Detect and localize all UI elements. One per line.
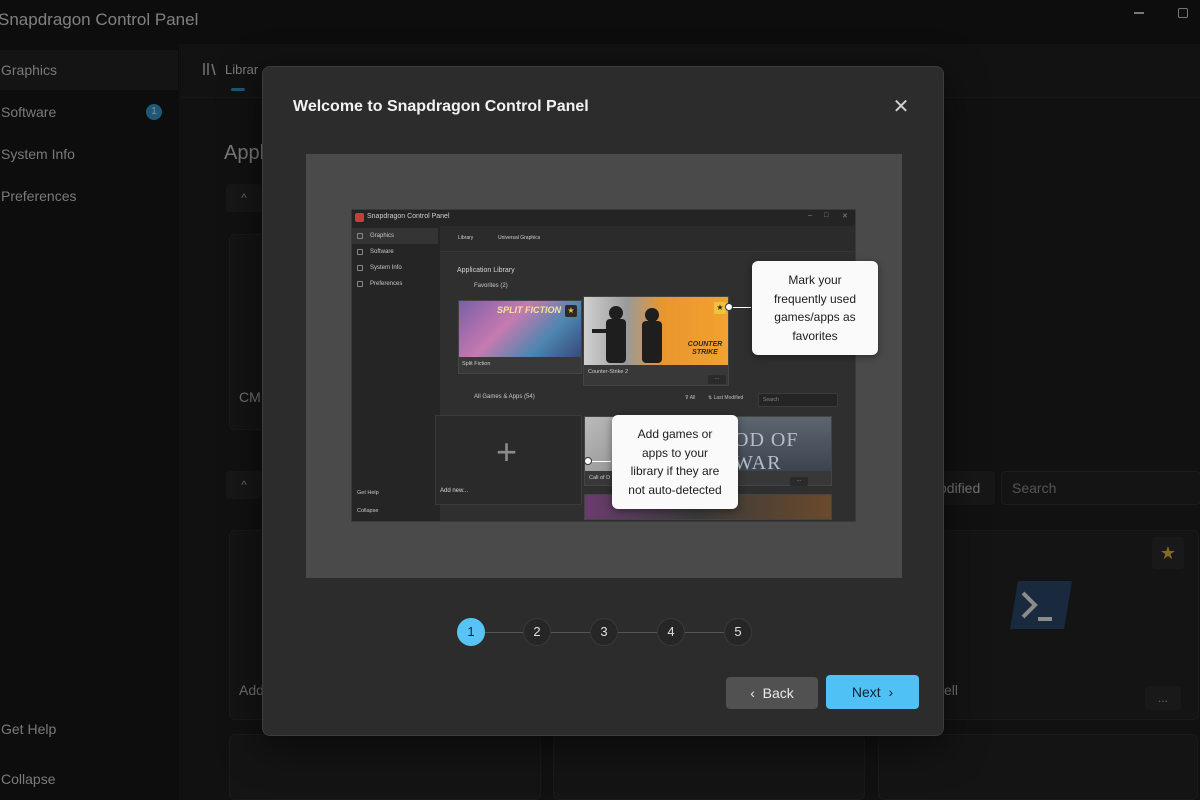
back-button[interactable]: ‹ Back bbox=[726, 677, 818, 709]
step-2[interactable]: 2 bbox=[523, 618, 551, 646]
callout-line: games/apps as bbox=[774, 310, 856, 324]
favorites-callout: Mark your frequently used games/apps as … bbox=[752, 261, 878, 355]
step-5[interactable]: 5 bbox=[724, 618, 752, 646]
preview-tab-bar: Library Universal Graphics bbox=[440, 226, 855, 252]
snapdragon-logo-icon bbox=[355, 213, 364, 222]
callout-line: frequently used bbox=[773, 291, 857, 306]
preview-nav-get-help: Get Help bbox=[357, 490, 379, 496]
preview-minimize-icon: – bbox=[808, 212, 812, 219]
step-connector bbox=[685, 632, 724, 633]
preview-section-count: (54) bbox=[524, 394, 535, 400]
preview-search: Search bbox=[758, 393, 838, 407]
preview-sort-label: Last Modified bbox=[713, 395, 744, 401]
preview-more-icon: ··· bbox=[708, 375, 726, 384]
callout-line: Add games or bbox=[637, 427, 713, 441]
preview-nav-label: Software bbox=[370, 249, 394, 255]
preview-nav-label: Graphics bbox=[370, 233, 395, 239]
step-connector bbox=[551, 632, 590, 633]
callout-connector bbox=[589, 461, 611, 462]
step-indicator: 1 2 3 4 5 bbox=[457, 618, 752, 646]
preview-more-icon: ··· bbox=[790, 477, 808, 486]
god-of-war-logo: OD OF WAR bbox=[734, 429, 799, 474]
preview-tab-universal-graphics: Universal Graphics bbox=[498, 235, 541, 241]
preview-section-title: Favorites bbox=[474, 283, 499, 289]
preview-card-label: Split Fiction bbox=[462, 361, 491, 367]
callout-line: apps to your bbox=[641, 445, 709, 460]
plus-icon: + bbox=[496, 431, 518, 472]
back-label: Back bbox=[762, 685, 794, 701]
preview-card-label: Call of D bbox=[589, 475, 611, 481]
preview-all-label: All Games & Apps (54) bbox=[474, 394, 535, 400]
gear-icon bbox=[357, 281, 363, 287]
preview-nav-label: Preferences bbox=[370, 281, 403, 287]
step-connector bbox=[618, 632, 657, 633]
step-4[interactable]: 4 bbox=[657, 618, 685, 646]
preview-card-counter-strike: COUNTER STRIKE ★ Counter-Strike 2 ··· bbox=[583, 296, 729, 386]
next-button[interactable]: Next › bbox=[826, 675, 919, 709]
close-button[interactable]: ✕ bbox=[889, 95, 913, 119]
preview-favorites-label: Favorites (2) bbox=[474, 283, 508, 289]
callout-pointer-dot bbox=[584, 457, 592, 465]
split-fiction-artwork: SPLIT FICTION bbox=[459, 301, 581, 357]
preview-nav-collapse: Collapse bbox=[357, 508, 379, 514]
preview-window: Snapdragon Control Panel – □ ✕ Graphics … bbox=[351, 209, 856, 522]
preview-nav-graphics: Graphics bbox=[352, 228, 438, 244]
preview-add-new-card: + Add new... bbox=[435, 415, 582, 505]
preview-nav-preferences: Preferences bbox=[352, 276, 438, 292]
preview-nav-label: System Info bbox=[370, 265, 402, 271]
step-3[interactable]: 3 bbox=[590, 618, 618, 646]
preview-close-icon: ✕ bbox=[842, 213, 848, 220]
preview-filter-label: All bbox=[689, 395, 696, 401]
preview-window-title: Snapdragon Control Panel bbox=[367, 213, 450, 220]
preview-sidebar: Graphics Software System Info Preference… bbox=[352, 226, 440, 521]
preview-nav-software: Software bbox=[352, 244, 438, 260]
counter-strike-artwork: COUNTER STRIKE bbox=[584, 297, 728, 365]
preview-tab-library: Library bbox=[458, 235, 474, 241]
preview-card-label: Counter-Strike 2 bbox=[588, 369, 629, 375]
chevron-right-icon: › bbox=[880, 684, 894, 700]
callout-line: library if they are bbox=[630, 464, 720, 478]
preview-maximize-icon: □ bbox=[824, 212, 829, 219]
soldiers-illustration bbox=[592, 306, 662, 363]
dialog-title: Welcome to Snapdragon Control Panel bbox=[293, 98, 589, 115]
step-1[interactable]: 1 bbox=[457, 618, 485, 646]
download-icon bbox=[357, 249, 363, 255]
preview-sort: ⇅ Last Modified bbox=[708, 395, 743, 401]
split-fiction-logo: SPLIT FICTION bbox=[497, 305, 561, 315]
preview-heading: Application Library bbox=[457, 267, 515, 274]
grid-icon bbox=[357, 233, 363, 239]
add-callout: Add games or apps to your library if the… bbox=[612, 415, 738, 509]
preview-title-bar: Snapdragon Control Panel – □ ✕ bbox=[352, 210, 855, 226]
preview-section-title: All Games & Apps bbox=[474, 394, 523, 400]
preview-nav-system-info: System Info bbox=[352, 260, 438, 276]
preview-add-new-label: Add new... bbox=[440, 488, 469, 494]
callout-line: favorites bbox=[792, 328, 838, 343]
callout-line: not auto-detected bbox=[628, 482, 722, 497]
preview-card-split-fiction: SPLIT FICTION ★ Split Fiction bbox=[458, 300, 582, 374]
callout-pointer-dot bbox=[725, 303, 733, 311]
next-label: Next bbox=[851, 684, 881, 700]
callout-line: Mark your bbox=[788, 273, 842, 287]
preview-section-count: (2) bbox=[500, 283, 508, 289]
tutorial-preview: Snapdragon Control Panel – □ ✕ Graphics … bbox=[306, 154, 902, 578]
favorite-star-icon: ★ bbox=[565, 305, 577, 317]
step-connector bbox=[485, 632, 523, 633]
chevron-left-icon: ‹ bbox=[750, 685, 763, 701]
welcome-dialog: Welcome to Snapdragon Control Panel ✕ Sn… bbox=[262, 66, 944, 736]
close-icon: ✕ bbox=[892, 96, 910, 118]
counter-strike-logo: COUNTER STRIKE bbox=[687, 341, 723, 356]
preview-filter-all: ⊽ All bbox=[685, 395, 695, 401]
monitor-icon bbox=[357, 265, 363, 271]
